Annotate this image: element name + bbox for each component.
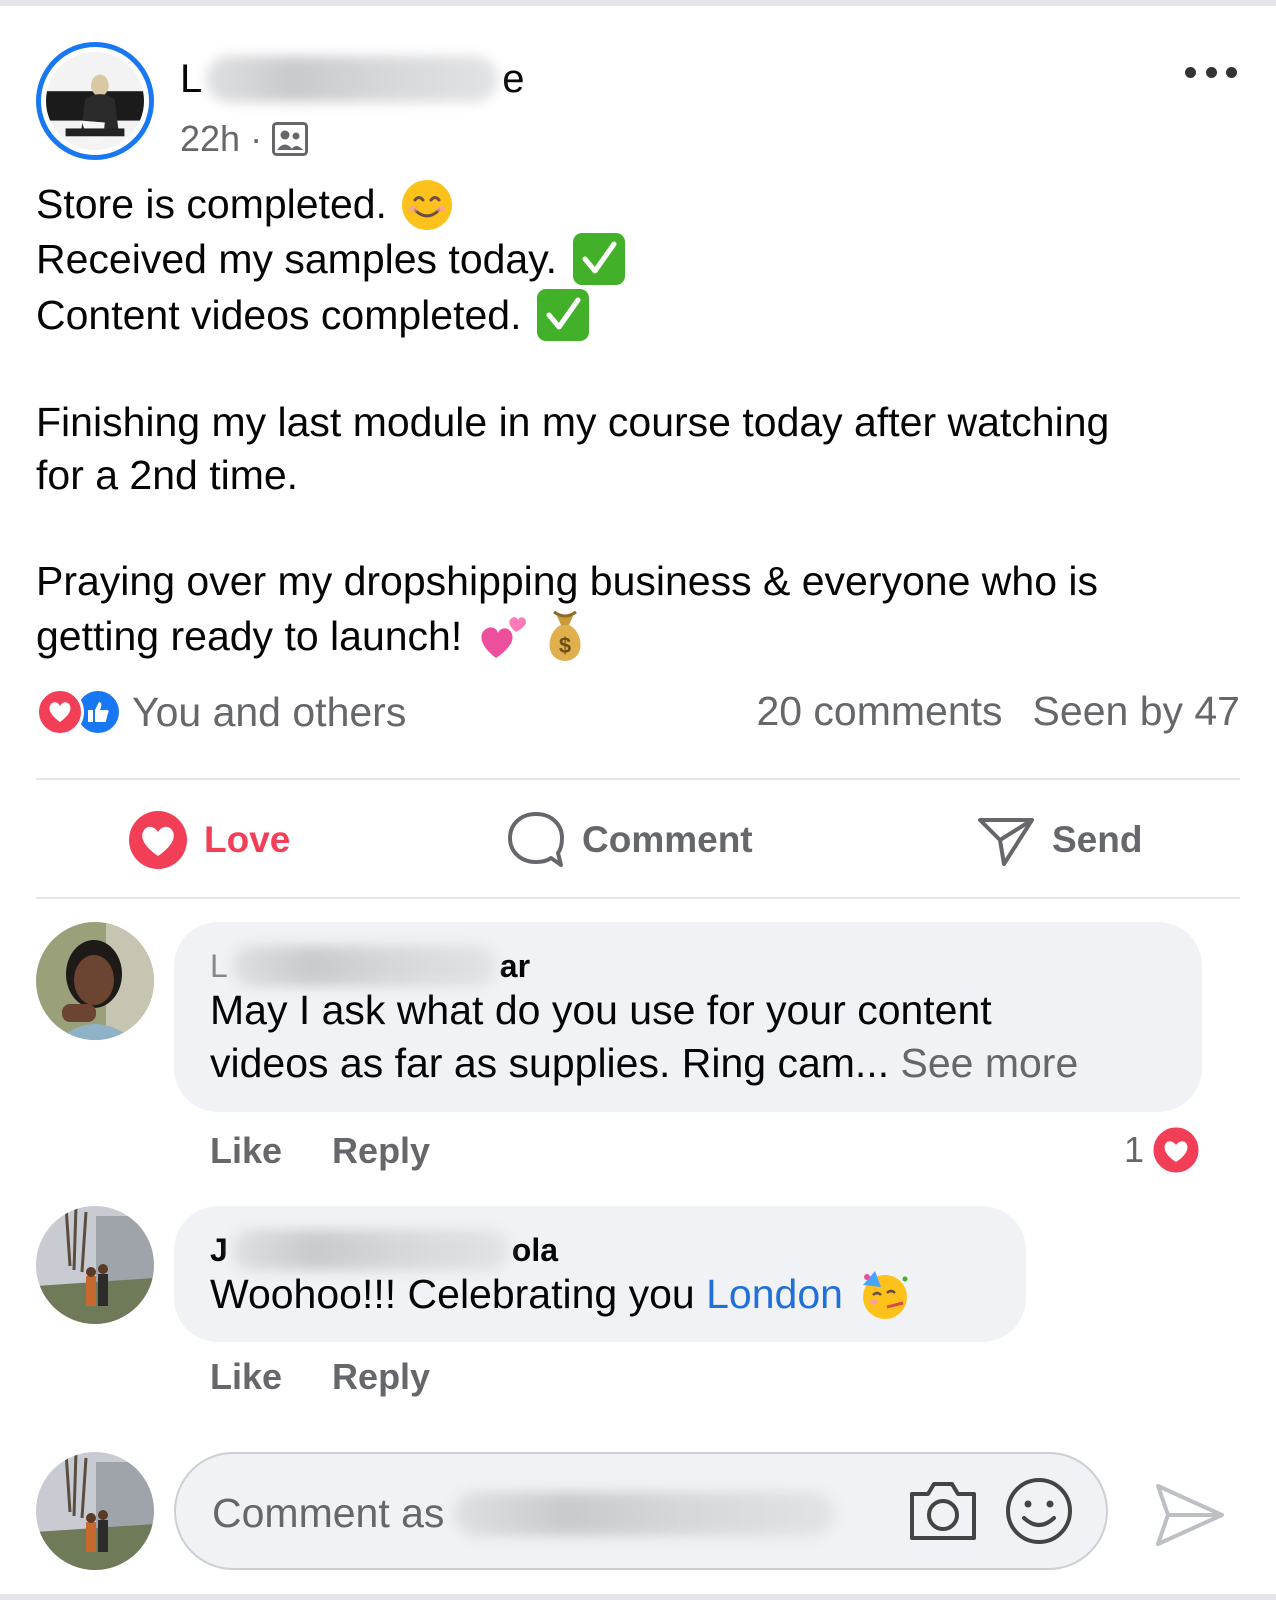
comment-text: May I ask what do you use for your conte… (210, 984, 1166, 1090)
action-bar: Love Comment Send (36, 780, 1240, 898)
comment-bubble: J ola Woohoo!!! Celebrating you London (174, 1206, 1026, 1342)
send-comment-icon[interactable] (1152, 1480, 1228, 1550)
commenter-name-visible-end: ar (499, 947, 531, 984)
comment-reaction-number: 1 (1124, 1129, 1145, 1170)
comment-text-body: Woohoo!!! Celebrating you (210, 1271, 695, 1317)
commenter-name[interactable]: L ar (210, 946, 1166, 986)
two-hearts-icon (476, 610, 530, 662)
post-line-text: Content videos completed. (36, 291, 522, 338)
comment-button[interactable]: Comment (506, 810, 753, 870)
comment-reaction-count[interactable]: 1 (1124, 1124, 1202, 1176)
love-button[interactable]: Love (128, 810, 290, 870)
send-label: Send (1052, 819, 1143, 860)
partying-face-icon (857, 1269, 913, 1321)
engagement-counts: 20 comments Seen by 47 (756, 688, 1240, 735)
post-time[interactable]: 22h (180, 118, 240, 160)
reactions-summary[interactable]: You and others (36, 688, 406, 736)
like-comment-button[interactable]: Like (210, 1130, 282, 1172)
comment-text-line: May I ask what do you use for your conte… (210, 987, 992, 1033)
reactions-label: You and others (132, 688, 407, 735)
post-line: Content videos completed. (36, 287, 1246, 343)
current-user-avatar[interactable] (36, 1452, 154, 1570)
commenter-name-visible-start: J (210, 1231, 228, 1268)
post-line-text: getting ready to launch! (36, 612, 463, 659)
reply-comment-button[interactable]: Reply (332, 1130, 430, 1172)
redacted-name (231, 1230, 508, 1270)
placeholder-text: Comment as (212, 1490, 445, 1536)
mention-link[interactable]: London (706, 1268, 843, 1321)
svg-text:$: $ (559, 633, 571, 658)
post-line: Praying over my dropshipping business & … (36, 555, 1246, 608)
post-line-text: for a 2nd time. (36, 452, 299, 498)
current-user-photo (36, 1452, 154, 1570)
post-line-text: Store is completed. (36, 181, 387, 227)
money-bag-icon: $ (542, 608, 588, 664)
send-button[interactable]: Send (976, 810, 1142, 870)
post-line: Finishing my last module in my course to… (36, 396, 1246, 449)
author-name-visible-end: e (502, 56, 525, 101)
love-reaction-icon (1150, 1124, 1202, 1176)
commenter-name[interactable]: J ola (210, 1230, 990, 1270)
like-comment-button[interactable]: Like (210, 1356, 282, 1398)
emoji-icon[interactable] (1004, 1476, 1074, 1546)
comment-actions: Like Reply (210, 1356, 430, 1398)
seen-by-count[interactable]: Seen by 47 (1033, 688, 1240, 735)
author-photo (46, 52, 144, 150)
redacted-name (454, 1491, 835, 1536)
commenter-name-visible-start: L (210, 947, 228, 984)
more-options-icon[interactable] (1185, 64, 1237, 80)
love-label: Love (204, 819, 291, 860)
reply-comment-button[interactable]: Reply (332, 1356, 430, 1398)
redacted-name (206, 56, 499, 102)
comment-bubble: L ar May I ask what do you use for your … (174, 922, 1202, 1112)
comment-text: Woohoo!!! Celebrating you London (210, 1268, 990, 1321)
redacted-name (231, 946, 496, 986)
divider (36, 897, 1240, 899)
author-avatar[interactable] (36, 42, 154, 160)
camera-icon[interactable] (906, 1476, 980, 1546)
see-more-link[interactable]: See more (901, 1040, 1079, 1086)
post-line-text: Received my samples today. (36, 235, 558, 282)
post-text: Store is completed. Received my samples … (36, 178, 1246, 664)
check-mark-button-icon (535, 287, 591, 343)
comment-actions: Like Reply (210, 1130, 430, 1172)
commenter-photo (36, 922, 154, 1040)
comment-input[interactable]: Comment as (174, 1452, 1108, 1570)
post-line-text: Finishing my last module in my course to… (36, 399, 1110, 445)
send-icon (978, 818, 1034, 866)
top-border (0, 0, 1276, 6)
post-line: Store is completed. (36, 178, 1246, 231)
commenter-avatar[interactable] (36, 1206, 154, 1324)
love-icon (129, 811, 187, 869)
commenter-avatar[interactable] (36, 922, 154, 1040)
author-name-visible-start: L (180, 56, 203, 101)
comment-label: Comment (582, 819, 753, 860)
post-meta: 22h · (180, 118, 309, 160)
check-mark-button-icon (571, 231, 627, 287)
love-reaction-icon (36, 688, 84, 736)
commenter-name-visible-end: ola (511, 1231, 559, 1268)
author-name[interactable]: L e (180, 56, 525, 102)
group-icon (272, 122, 309, 156)
bottom-border (0, 1594, 1276, 1600)
comment-text-line: videos as far as supplies. Ring cam... (210, 1040, 890, 1086)
post-line: getting ready to launch! $ (36, 608, 1246, 664)
comment-input-placeholder: Comment as (212, 1490, 835, 1537)
smiling-face-emoji-icon (401, 179, 453, 231)
post-line-text: Praying over my dropshipping business & … (36, 558, 1098, 604)
post-line: for a 2nd time. (36, 449, 1246, 502)
separator-dot: · (250, 118, 263, 159)
comments-count[interactable]: 20 comments (756, 688, 1002, 735)
comment-icon (508, 812, 564, 867)
commenter-photo (36, 1206, 154, 1324)
post-line: Received my samples today. (36, 231, 1246, 287)
